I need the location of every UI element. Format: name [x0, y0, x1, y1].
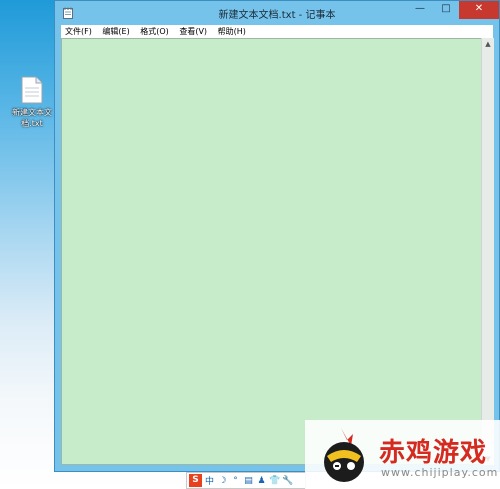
ime-keyboard-icon[interactable]: ▤	[243, 476, 254, 486]
ime-skin-icon[interactable]: 👕	[269, 476, 280, 486]
sogou-ime-icon[interactable]: S	[189, 474, 202, 487]
watermark-text: 赤鸡游戏	[379, 438, 488, 468]
menu-edit[interactable]: 编辑(E)	[98, 25, 133, 38]
menu-help[interactable]: 帮助(H)	[214, 25, 250, 38]
desktop-file-icon[interactable]: 新建文本文档.txt	[6, 76, 58, 129]
watermark-logo-icon	[324, 428, 364, 482]
ime-user-icon[interactable]: ♟	[256, 476, 267, 486]
maximize-button[interactable]: □	[433, 1, 459, 19]
text-editor-area[interactable]	[61, 38, 493, 465]
ime-punctuation-icon[interactable]: °	[230, 476, 241, 486]
watermark-url: www.chijiplay.com	[381, 466, 499, 479]
notepad-window: 新建文本文档.txt - 记事本 — □ ✕ 文件(F) 编辑(E) 格式(O)…	[54, 0, 500, 472]
close-button[interactable]: ✕	[459, 1, 499, 19]
text-file-icon	[21, 76, 43, 104]
watermark: 赤鸡游戏 www.chijiplay.com	[305, 420, 500, 489]
ime-tools-icon[interactable]: 🔧	[282, 476, 293, 486]
ime-moon-icon[interactable]: ☽	[217, 476, 228, 486]
title-bar[interactable]: 新建文本文档.txt - 记事本 — □ ✕	[55, 1, 499, 25]
menu-bar: 文件(F) 编辑(E) 格式(O) 查看(V) 帮助(H)	[61, 25, 493, 38]
desktop-file-label: 新建文本文档.txt	[12, 108, 52, 128]
menu-format[interactable]: 格式(O)	[136, 25, 173, 38]
menu-file[interactable]: 文件(F)	[61, 25, 96, 38]
vertical-scrollbar[interactable]: ▲ ▼	[481, 38, 494, 465]
minimize-button[interactable]: —	[407, 1, 433, 19]
scroll-up-icon[interactable]: ▲	[482, 38, 494, 50]
menu-view[interactable]: 查看(V)	[175, 25, 211, 38]
ime-chinese-mode-icon[interactable]: 中	[204, 474, 215, 487]
ime-toolbar: S 中 ☽ ° ▤ ♟ 👕 🔧	[186, 472, 306, 489]
